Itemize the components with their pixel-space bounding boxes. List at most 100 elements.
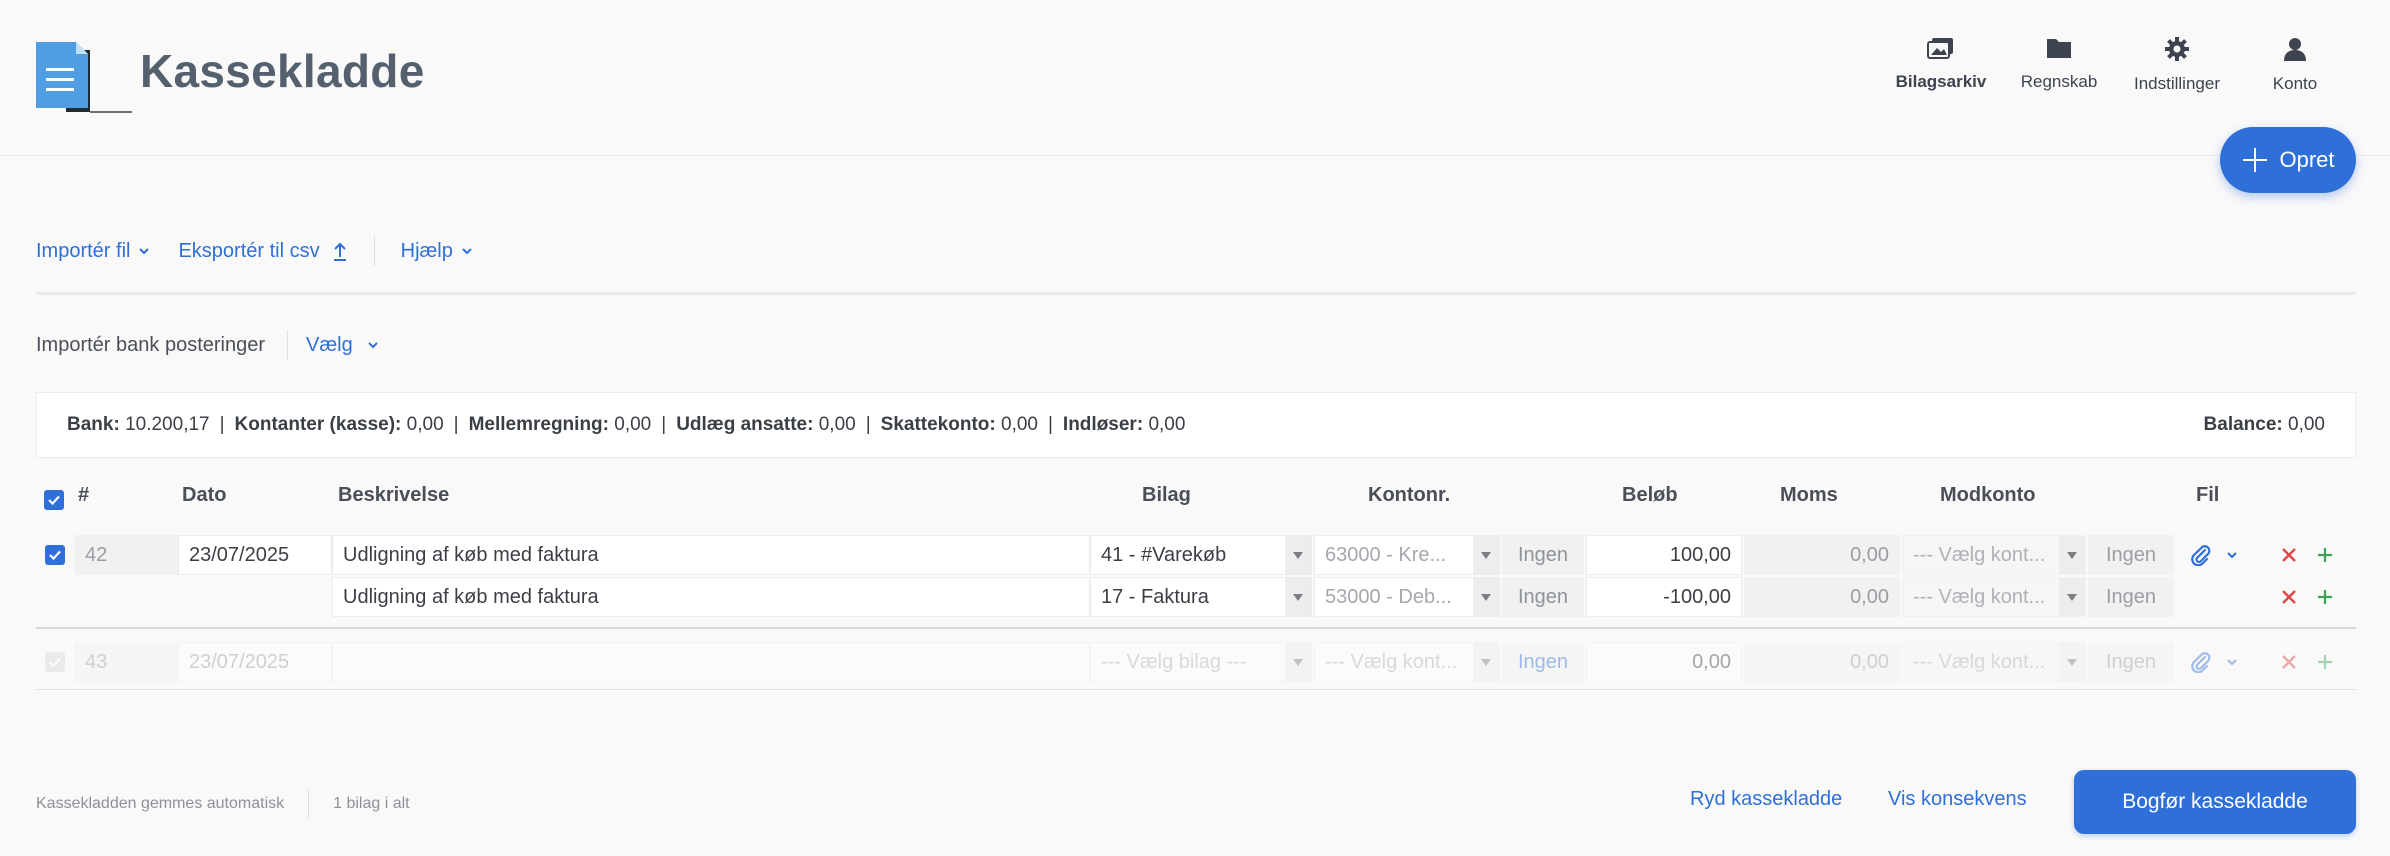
chevron-down-icon bbox=[139, 248, 150, 255]
counter-vat-select[interactable]: Ingen bbox=[2088, 642, 2174, 682]
chevron-down-icon bbox=[368, 342, 378, 349]
counter-vat-select[interactable]: Ingen bbox=[2088, 535, 2174, 575]
add-line-icon[interactable] bbox=[2314, 651, 2336, 673]
entry-checkbox[interactable] bbox=[45, 652, 65, 672]
nav-item-regnskab[interactable]: Regnskab bbox=[2000, 36, 2118, 94]
entry-checkbox[interactable] bbox=[45, 545, 65, 565]
intermediate-value: 0,00 bbox=[614, 414, 652, 435]
check-icon bbox=[49, 550, 61, 561]
attach-file-icon[interactable] bbox=[2188, 650, 2214, 674]
user-icon bbox=[2284, 38, 2306, 61]
account-select[interactable]: --- Vælg kont... bbox=[1314, 642, 1500, 682]
create-button[interactable]: Opret bbox=[2220, 127, 2356, 193]
tax-value: 0,00 bbox=[1001, 414, 1038, 435]
chevron-down-icon bbox=[462, 248, 472, 255]
journal-toolbar: Importér fil Eksportér til csv Hjælp bbox=[36, 236, 473, 266]
import-divider bbox=[287, 330, 289, 360]
post-journal-button[interactable]: Bogfør kassekladde bbox=[2074, 770, 2356, 834]
dropdown-arrow-icon bbox=[2059, 536, 2085, 574]
chevron-down-icon[interactable] bbox=[2222, 545, 2242, 565]
show-consequences-button[interactable]: Vis konsekvens bbox=[1888, 788, 2027, 811]
counter-account-placeholder: --- Vælg kont... bbox=[1913, 650, 2046, 673]
import-bank-label: Importér bank posteringer bbox=[36, 333, 266, 356]
import-bank-select[interactable]: Vælg bbox=[306, 334, 379, 357]
account-select[interactable]: 53000 - Deb... bbox=[1314, 577, 1500, 617]
document-logo-icon bbox=[36, 42, 132, 113]
col-amount: Beløb bbox=[1622, 484, 1678, 506]
footer-status: Kassekladden gemmes automatisk 1 bilag i… bbox=[36, 790, 410, 818]
voucher-select[interactable]: --- Vælg bilag --- bbox=[1090, 642, 1312, 682]
bank-label: Bank: bbox=[67, 414, 120, 435]
dropdown-arrow-icon bbox=[1285, 536, 1311, 574]
voucher-placeholder: --- Vælg bilag --- bbox=[1101, 650, 1247, 673]
voucher-select[interactable]: 41 - #Varekøb bbox=[1090, 535, 1312, 575]
balance-label: Balance: bbox=[2203, 414, 2283, 435]
counter-account-select[interactable]: --- Vælg kont... bbox=[1902, 577, 2086, 617]
account-value: 53000 - Deb... bbox=[1325, 585, 1452, 608]
amount-input[interactable]: -100,00 bbox=[1586, 577, 1742, 617]
account-value: 63000 - Kre... bbox=[1325, 543, 1447, 566]
vat-amount: 0,00 bbox=[1744, 642, 1900, 682]
delete-line-icon[interactable] bbox=[2278, 586, 2300, 608]
col-voucher: Bilag bbox=[1142, 484, 1191, 506]
page-title: Kassekladde bbox=[140, 45, 425, 97]
nav-item-konto[interactable]: Konto bbox=[2236, 36, 2354, 94]
entry-number: 43 bbox=[74, 642, 178, 682]
help-label: Hjælp bbox=[400, 239, 453, 262]
attach-file-icon[interactable] bbox=[2188, 543, 2214, 567]
tax-label: Skattekonto: bbox=[880, 414, 996, 435]
vat-code-select[interactable]: Ingen bbox=[1502, 535, 1584, 575]
add-line-icon[interactable] bbox=[2314, 586, 2336, 608]
vat-code-select[interactable]: Ingen bbox=[1502, 577, 1584, 617]
date-input[interactable]: 23/07/2025 bbox=[178, 535, 332, 575]
amount-input[interactable]: 100,00 bbox=[1586, 535, 1742, 575]
separator: | bbox=[1047, 414, 1053, 435]
nav-item-bilagsarkiv[interactable]: Bilagsarkiv bbox=[1882, 36, 2000, 94]
autosave-note: Kassekladden gemmes automatisk bbox=[36, 795, 285, 812]
upload-icon bbox=[333, 242, 346, 261]
account-select[interactable]: 63000 - Kre... bbox=[1314, 535, 1500, 575]
counter-account-select[interactable]: --- Vælg kont... bbox=[1902, 535, 2086, 575]
bank-value: 10.200,17 bbox=[125, 414, 210, 435]
col-counter-account: Modkonto bbox=[1940, 484, 2036, 506]
clear-journal-button[interactable]: Ryd kassekladde bbox=[1690, 788, 1842, 811]
counter-account-select[interactable]: --- Vælg kont... bbox=[1902, 642, 2086, 682]
col-file: Fil bbox=[2196, 484, 2220, 506]
dropdown-arrow-icon bbox=[1473, 578, 1499, 616]
separator: | bbox=[219, 414, 225, 435]
entry-number: 42 bbox=[74, 535, 178, 575]
toolbar-divider-line bbox=[36, 292, 2356, 295]
amount-input[interactable]: 0,00 bbox=[1586, 642, 1742, 682]
export-csv-label: Eksportér til csv bbox=[178, 239, 320, 262]
voucher-value: 41 - #Varekøb bbox=[1101, 543, 1227, 566]
dropdown-arrow-icon bbox=[1285, 578, 1311, 616]
import-bank-select-label: Vælg bbox=[306, 333, 353, 356]
delete-line-icon[interactable] bbox=[2278, 544, 2300, 566]
check-icon bbox=[49, 657, 61, 668]
delete-line-icon[interactable] bbox=[2278, 651, 2300, 673]
import-bank-row: Importér bank posteringer Vælg bbox=[36, 330, 379, 360]
voucher-select[interactable]: 17 - Faktura bbox=[1090, 577, 1312, 617]
dropdown-arrow-icon bbox=[1285, 643, 1311, 681]
vat-code-select[interactable]: Ingen bbox=[1502, 642, 1584, 682]
help-menu[interactable]: Hjælp bbox=[401, 240, 473, 263]
description-input[interactable] bbox=[332, 642, 1090, 682]
balance-summary: Bank: 10.200,17 | Kontanter (kasse): 0,0… bbox=[36, 392, 2356, 458]
add-line-icon[interactable] bbox=[2314, 544, 2336, 566]
col-account: Kontonr. bbox=[1368, 484, 1451, 506]
col-vat: Moms bbox=[1780, 484, 1838, 506]
counter-vat-select[interactable]: Ingen bbox=[2088, 577, 2174, 617]
redeemer-value: 0,00 bbox=[1148, 414, 1186, 435]
nav-item-indstillinger[interactable]: Indstillinger bbox=[2118, 36, 2236, 94]
check-icon bbox=[48, 495, 60, 506]
description-input[interactable]: Udligning af køb med faktura bbox=[332, 535, 1090, 575]
date-input[interactable]: 23/07/2025 bbox=[178, 642, 332, 682]
export-csv-button[interactable]: Eksportér til csv bbox=[178, 240, 347, 263]
table-header: # Dato Beskrivelse Bilag Kontonr. Beløb … bbox=[36, 478, 2356, 516]
select-all-checkbox[interactable] bbox=[44, 490, 64, 510]
dropdown-arrow-icon bbox=[2059, 643, 2085, 681]
description-input[interactable]: Udligning af køb med faktura bbox=[332, 577, 1090, 617]
nav-label: Regnskab bbox=[2020, 72, 2098, 91]
chevron-down-icon[interactable] bbox=[2222, 652, 2242, 672]
import-file-menu[interactable]: Importér fil bbox=[36, 240, 150, 263]
